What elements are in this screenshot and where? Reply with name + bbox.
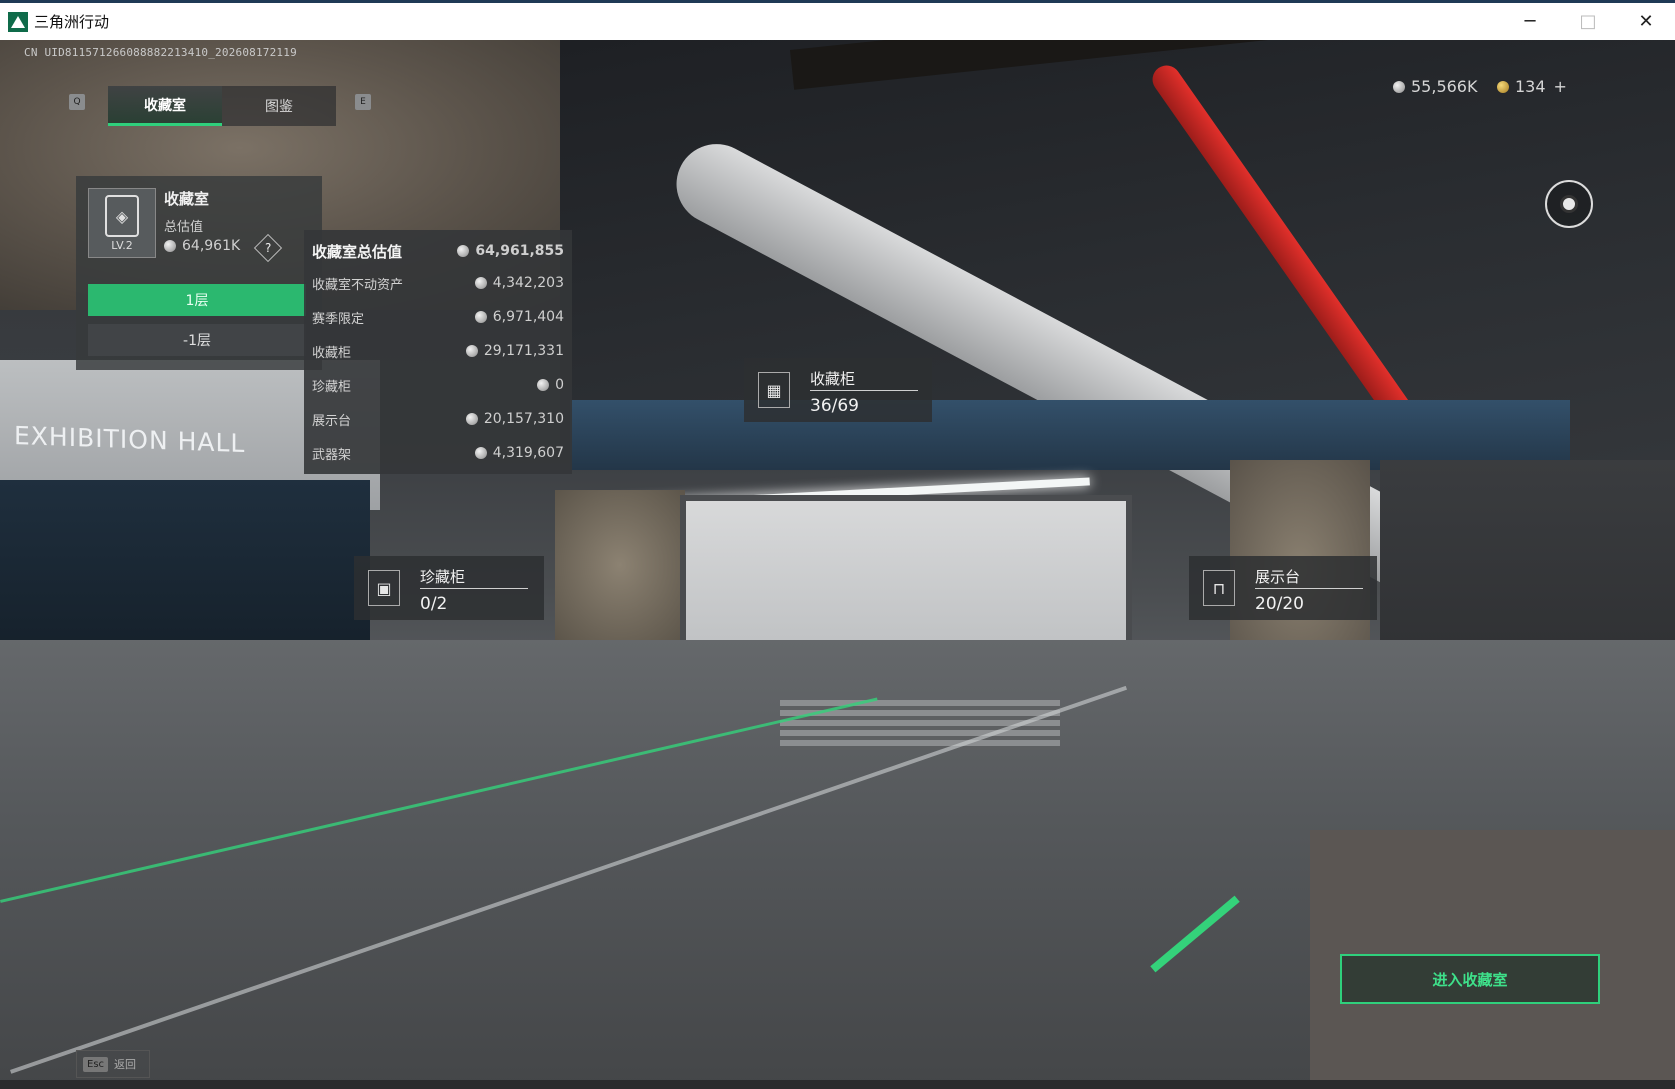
display-stand-icon: ⊓ [1203,570,1235,606]
level-badge: ◈ LV.2 [88,188,156,258]
silver-coin-icon [474,447,487,459]
silver-coin-icon [465,413,478,425]
silver-coin-icon [164,240,176,252]
silver-currency: 55,566K [1393,77,1477,96]
e-key-hint: E [355,94,371,110]
help-icon[interactable]: ? [253,233,283,263]
breakdown-label: 收藏室总估值 [312,242,403,261]
breakdown-value: 4,319,607 [492,445,564,461]
value-breakdown-tooltip: 收藏室总估值 64,961,855 收藏室不动资产 4,342,203 赛季限定… [304,230,572,474]
breakdown-row: 赛季限定 6,971,404 [312,304,564,330]
breakdown-label: 收藏柜 [312,345,352,361]
display-stand-hotspot[interactable]: ⊓ 展示台 20/20 [1189,556,1377,620]
breakdown-label: 收藏室不动资产 [312,277,404,293]
hotspot-title: 展示台 [1255,568,1301,586]
breakdown-value: 29,171,331 [483,343,564,359]
display-room-left [0,480,370,660]
add-currency-button[interactable]: + [1554,77,1567,96]
hotspot-count: 36/69 [810,396,859,416]
hotspot-divider [1255,588,1363,589]
window-title: 三角洲行动 [34,13,110,31]
window-titlebar: 三角洲行动 ─ □ ✕ [0,0,1675,40]
maximize-button[interactable]: □ [1559,3,1617,40]
silver-coin-icon [537,379,550,391]
hotspot-title: 珍藏柜 [420,568,466,586]
gold-amount: 134 [1515,77,1546,96]
silver-coin-icon [474,277,487,289]
breakdown-value: 64,961,855 [475,243,564,259]
breakdown-label: 展示台 [312,413,352,429]
level-label: LV.2 [111,239,133,252]
q-key-hint: Q [69,94,85,110]
tab-collection-room[interactable]: 收藏室 [108,86,222,126]
breakdown-label: 赛季限定 [312,311,365,327]
app-logo-icon [8,11,28,32]
silver-coin-icon [465,345,478,357]
cabinet-icon: ▦ [758,372,790,408]
total-value: 64,961K [164,238,240,254]
breakdown-value: 6,971,404 [492,309,564,325]
vault-icon: ◈ [105,195,139,237]
breakdown-row: 珍藏柜 0 [312,372,564,398]
breakdown-row: 武器架 4,319,607 [312,440,564,466]
minimize-button[interactable]: ─ [1501,3,1559,40]
eye-icon [1560,195,1578,213]
collection-info-panel: ◈ LV.2 收藏室 总估值 64,961K ? 1层 -1层 [76,176,322,370]
silver-coin-icon [474,311,487,323]
collection-wall [680,495,1132,657]
breakdown-value: 20,157,310 [483,411,564,427]
top-tabs: 收藏室 图鉴 [108,86,336,126]
collection-title: 收藏室 [164,190,210,208]
breakdown-label: 珍藏柜 [312,379,352,395]
user-uid: CN UID811571266088882213410_202608172119 [24,46,297,59]
breakdown-value: 4,342,203 [492,275,564,291]
rare-cabinet-hotspot[interactable]: ▣ 珍藏柜 0/2 [354,556,544,620]
breakdown-row: 收藏室总估值 64,961,855 [312,238,564,264]
hotspot-title: 收藏柜 [810,370,856,388]
floor-minus1-button[interactable]: -1层 [88,324,306,356]
floor-1-button[interactable]: 1层 [88,284,306,316]
enter-collection-button[interactable]: 进入收藏室 [1340,954,1600,1004]
back-button[interactable]: Esc 返回 [76,1050,150,1078]
silver-amount: 55,566K [1411,77,1478,96]
silver-coin-icon [457,245,470,257]
gold-coin-icon [1497,80,1509,93]
breakdown-row: 展示台 20,157,310 [312,406,564,432]
tab-codex[interactable]: 图鉴 [222,86,336,126]
close-button[interactable]: ✕ [1617,3,1675,40]
rare-cabinet-icon: ▣ [368,570,400,606]
silver-coin-icon [1393,80,1405,93]
rock-pillar [555,490,685,640]
breakdown-label: 武器架 [312,447,352,463]
gold-currency: 134 + [1497,77,1567,96]
hotspot-count: 0/2 [420,594,448,614]
hotspot-divider [810,390,918,391]
total-value-amount: 64,961K [182,238,241,254]
total-value-label: 总估值 [164,220,204,235]
cabinet-hotspot[interactable]: ▦ 收藏柜 36/69 [744,358,932,422]
hotspot-divider [420,588,528,589]
camera-view-button[interactable] [1545,180,1593,228]
esc-key-icon: Esc [83,1056,109,1072]
bottom-bar [0,1080,1675,1089]
hotspot-count: 20/20 [1255,594,1304,614]
breakdown-value: 0 [555,377,564,393]
window-controls: ─ □ ✕ [1501,3,1675,40]
breakdown-row: 收藏柜 29,171,331 [312,338,564,364]
back-label: 返回 [114,1058,137,1071]
breakdown-row: 收藏室不动资产 4,342,203 [312,270,564,296]
